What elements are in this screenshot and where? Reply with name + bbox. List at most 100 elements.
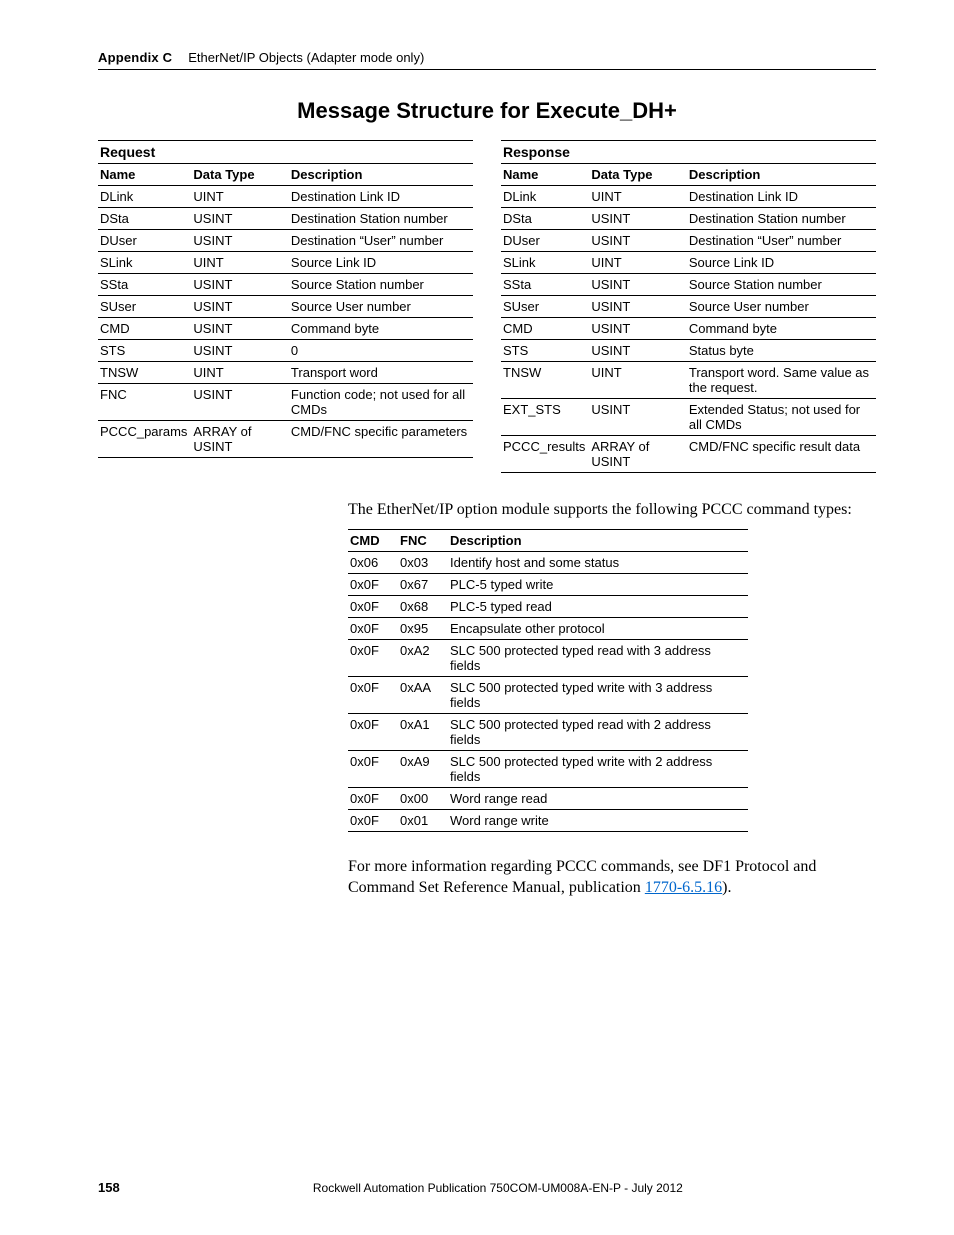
table-cell: CMD/FNC specific parameters [289,421,473,458]
page-header: Appendix C EtherNet/IP Objects (Adapter … [98,50,876,70]
table-cell: Status byte [687,340,876,362]
more-info-post: ). [722,879,731,896]
table-cell: ARRAY of USINT [589,436,687,473]
table-row: TNSWUINTTransport word [98,362,473,384]
request-table-wrap: Request Name Data Type Description DLink… [98,140,473,473]
table-cell: SUser [98,296,191,318]
table-cell: UINT [191,186,289,208]
table-cell: USINT [589,340,687,362]
table-cell: PLC-5 typed write [448,573,748,595]
table-cell: DUser [98,230,191,252]
table-cell: USINT [191,230,289,252]
table-cell: FNC [98,384,191,421]
table-row: 0x0F0x00Word range read [348,787,748,809]
table-cell: SSta [98,274,191,296]
table-cell: Destination Station number [289,208,473,230]
request-table: Name Data Type Description DLinkUINTDest… [98,164,473,458]
table-cell: SUser [501,296,589,318]
table-cell: Source Station number [687,274,876,296]
table-cell: Transport word [289,362,473,384]
table-cell: Extended Status; not used for all CMDs [687,399,876,436]
table-cell: 0 [289,340,473,362]
table-cell: Source Link ID [289,252,473,274]
table-row: SStaUSINTSource Station number [98,274,473,296]
table-row: DUserUSINTDestination “User” number [501,230,876,252]
table-cell: Transport word. Same value as the reques… [687,362,876,399]
table-cell: USINT [191,208,289,230]
table-cell: CMD [98,318,191,340]
more-info-pre: For more information regarding PCCC comm… [348,858,816,897]
table-cell: USINT [191,340,289,362]
table-cell: UINT [191,362,289,384]
table-cell: 0x0F [348,713,398,750]
table-cell: Destination Link ID [687,186,876,208]
table-row: DStaUSINTDestination Station number [501,208,876,230]
table-cell: Destination Link ID [289,186,473,208]
table-cell: Function code; not used for all CMDs [289,384,473,421]
table-cell: PCCC_params [98,421,191,458]
table-cell: 0x0F [348,809,398,831]
table-cell: 0xAA [398,676,448,713]
table-row: SUserUSINTSource User number [501,296,876,318]
col-name: Name [98,164,191,186]
cmd-table-wrap: CMD FNC Description 0x060x03Identify hos… [348,529,748,832]
table-cell: 0x68 [398,595,448,617]
table-cell: SLC 500 protected typed read with 2 addr… [448,713,748,750]
table-cell: STS [501,340,589,362]
col-desc: Description [687,164,876,186]
table-cell: SLink [501,252,589,274]
table-cell: Command byte [687,318,876,340]
table-cell: DLink [501,186,589,208]
table-cell: DSta [98,208,191,230]
table-cell: 0xA1 [398,713,448,750]
table-row: STSUSINT0 [98,340,473,362]
table-cell: 0x0F [348,639,398,676]
table-row: TNSWUINTTransport word. Same value as th… [501,362,876,399]
table-cell: 0x67 [398,573,448,595]
response-caption: Response [501,140,876,164]
appendix-label: Appendix C [98,50,172,65]
table-cell: USINT [191,274,289,296]
table-cell: Encapsulate other protocol [448,617,748,639]
table-cell: 0x0F [348,595,398,617]
table-cell: 0xA9 [398,750,448,787]
table-cell: 0x00 [398,787,448,809]
table-row: 0x0F0x68PLC-5 typed read [348,595,748,617]
col-desc: Description [448,529,748,551]
table-cell: UINT [191,252,289,274]
table-cell: Identify host and some status [448,551,748,573]
table-cell: Destination Station number [687,208,876,230]
table-cell: SLink [98,252,191,274]
table-cell: 0x95 [398,617,448,639]
table-row: DLinkUINTDestination Link ID [501,186,876,208]
table-row: STSUSINTStatus byte [501,340,876,362]
table-cell: USINT [191,296,289,318]
table-row: 0x0F0xA9SLC 500 protected typed write wi… [348,750,748,787]
table-row: DLinkUINTDestination Link ID [98,186,473,208]
table-cell: UINT [589,186,687,208]
table-cell: Destination “User” number [289,230,473,252]
col-fnc: FNC [398,529,448,551]
table-cell: UINT [589,362,687,399]
table-row: 0x0F0x95Encapsulate other protocol [348,617,748,639]
section-title: Message Structure for Execute_DH+ [98,98,876,124]
table-cell: DSta [501,208,589,230]
table-row: CMDUSINTCommand byte [501,318,876,340]
publication-link[interactable]: 1770-6.5.16 [645,879,722,896]
table-cell: PLC-5 typed read [448,595,748,617]
table-cell: USINT [589,208,687,230]
table-row: DUserUSINTDestination “User” number [98,230,473,252]
table-row: 0x060x03Identify host and some status [348,551,748,573]
col-type: Data Type [191,164,289,186]
table-row: CMDUSINTCommand byte [98,318,473,340]
table-row: 0x0F0xA2SLC 500 protected typed read wit… [348,639,748,676]
table-cell: USINT [589,274,687,296]
table-cell: TNSW [501,362,589,399]
table-cell: Source Station number [289,274,473,296]
page-number: 158 [98,1180,120,1195]
table-row: EXT_STSUSINTExtended Status; not used fo… [501,399,876,436]
table-cell: DLink [98,186,191,208]
table-cell: 0x0F [348,676,398,713]
footer-publication: Rockwell Automation Publication 750COM-U… [120,1181,876,1195]
table-cell: CMD [501,318,589,340]
